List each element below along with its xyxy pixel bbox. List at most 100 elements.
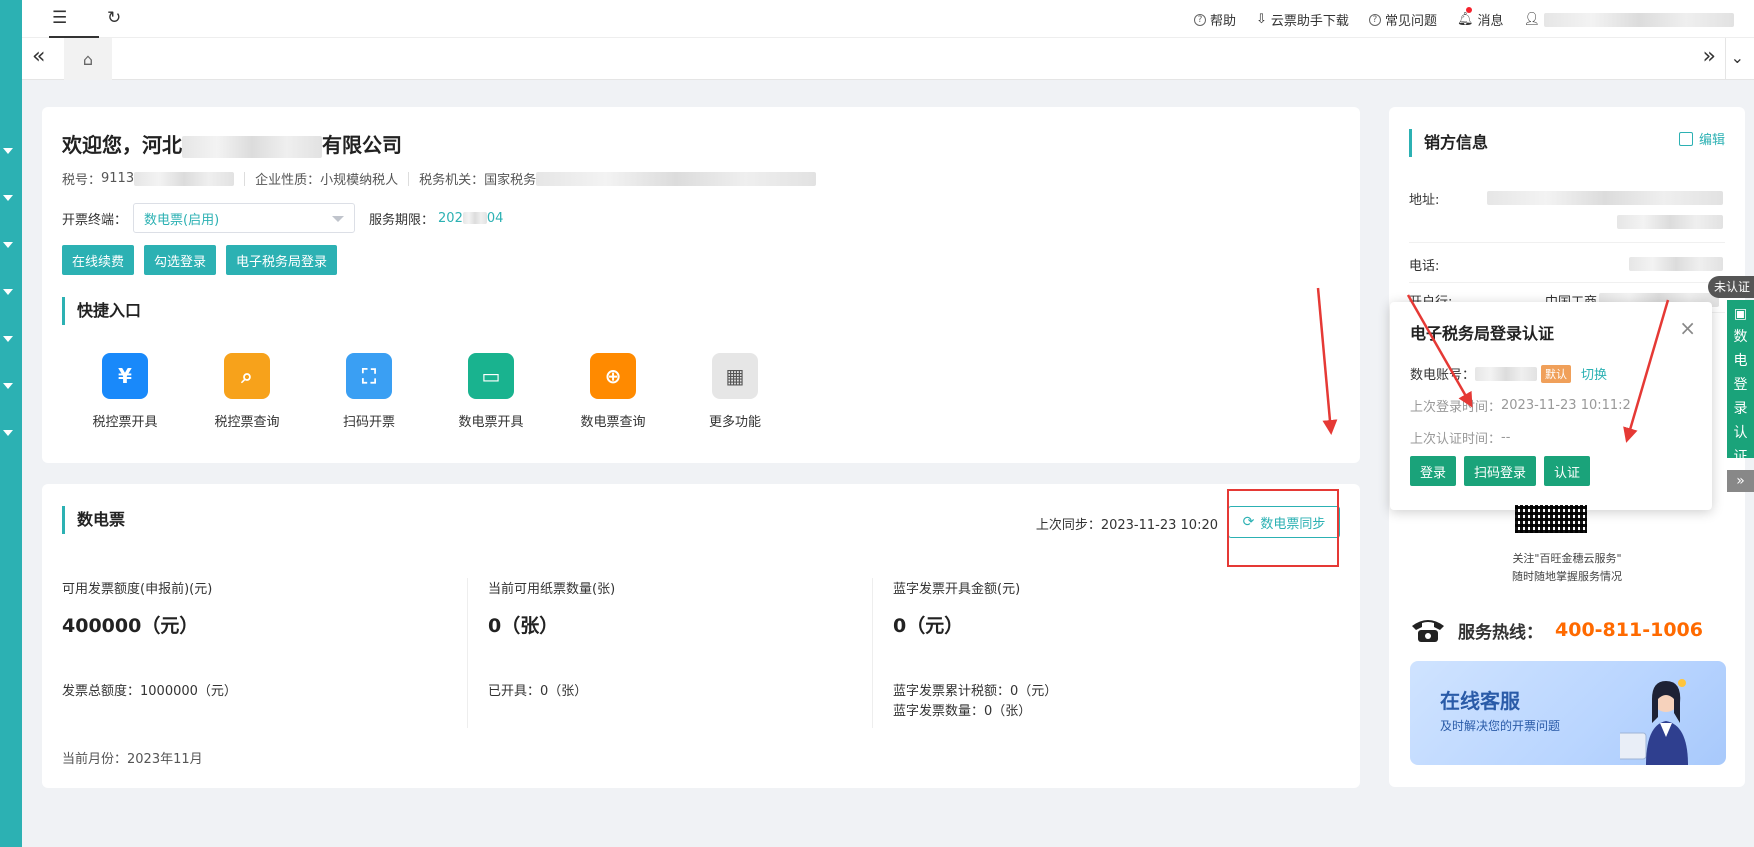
quick-item-label: 数电票开具 — [458, 415, 524, 430]
download-link[interactable]: ⇩ 云票助手下载 — [1256, 10, 1349, 29]
login-button[interactable]: 登录 — [1410, 456, 1457, 486]
stat-available-quota: 可用发票额度(申报前)(元) 400000（元） 发票总额度：1000000（元… — [62, 578, 467, 728]
stat-paper-count: 当前可用纸票数量(张) 0（张） 已开具：0（张） — [467, 578, 872, 728]
caret-down-icon — [332, 216, 345, 222]
close-icon[interactable]: × — [1679, 316, 1696, 340]
question-icon: ? — [1368, 13, 1381, 26]
redacted-authority — [536, 171, 817, 186]
refresh-icon[interactable]: ↻ — [107, 8, 121, 28]
stat-label: 可用发票额度(申报前)(元) — [62, 582, 213, 597]
side-collapse-button[interactable]: » — [1727, 470, 1754, 492]
redacted-address — [1617, 215, 1723, 229]
authenticate-button[interactable]: 认证 — [1544, 456, 1591, 486]
expand-arrow-icon[interactable] — [3, 242, 13, 248]
quick-item-label: 数电票查询 — [580, 415, 646, 430]
expand-arrow-icon[interactable] — [3, 195, 13, 201]
qr-code-image — [1515, 505, 1587, 533]
messages-link[interactable]: 🔔︎ 消息 — [1457, 7, 1503, 29]
popup-title: 电子税务局登录认证 — [1410, 324, 1555, 343]
faq-label: 常见问题 — [1384, 14, 1437, 29]
expand-arrow-icon[interactable] — [3, 383, 13, 389]
quick-item-tax-invoice-issue[interactable]: ¥ 税控票开具 — [64, 353, 186, 430]
terminal-select[interactable]: 数电票(启用) — [133, 203, 356, 233]
quick-item-more-functions[interactable]: ▦ 更多功能 — [674, 353, 796, 430]
quick-item-label: 税控票开具 — [92, 415, 158, 430]
tax-invoice-query-icon: ⌕ — [224, 353, 270, 399]
quick-item-e-invoice-query[interactable]: ⊕ 数电票查询 — [552, 353, 674, 430]
side-char: 登 — [1733, 377, 1748, 393]
authority-value: 国家税务 — [484, 173, 537, 188]
last-auth-value: -- — [1501, 430, 1511, 445]
follow-line: 随时随地掌握服务情况 — [1512, 570, 1622, 583]
terminal-selected-value: 数电票(启用) — [144, 212, 220, 228]
check-login-button[interactable]: 勾选登录 — [144, 245, 217, 275]
side-char: 认 — [1733, 425, 1748, 441]
company-info: 税号： 9113 企业性质： 小规模纳税人 税务机关： 国家税务 — [62, 169, 817, 188]
quick-item-label: 税控票查询 — [214, 415, 280, 430]
top-bar: ☰ ↻ ? 帮助 ⇩ 云票助手下载 ? 常见问题 🔔︎ 消息 👤︎ — [22, 0, 1754, 38]
stat-value: 0（元） — [893, 615, 964, 637]
telephone-icon — [1412, 620, 1444, 642]
terminal-row: 开票终端： 数电票(启用) 服务期限： 202 04 — [62, 203, 503, 233]
scroll-left-icon[interactable]: « — [32, 44, 45, 69]
side-char: 录 — [1733, 401, 1748, 417]
chevron-down-icon[interactable]: ⌄ — [1731, 48, 1744, 67]
user-card-icon: ▣ — [1733, 306, 1748, 322]
scroll-right-icon[interactable]: » — [1703, 44, 1716, 69]
nature-label: 企业性质： — [255, 173, 321, 188]
scan-login-button[interactable]: 扫码登录 — [1464, 456, 1537, 486]
quick-item-scan-invoice[interactable]: ⛶ 扫码开票 — [308, 353, 430, 430]
expand-arrow-icon[interactable] — [3, 148, 13, 154]
tax-value: 9113 — [101, 171, 135, 186]
menu-fold-icon[interactable]: ☰ — [52, 8, 67, 28]
redacted-tax-id — [134, 171, 235, 186]
last-login-value: 2023-11-23 10:11:2 — [1501, 398, 1631, 413]
follow-line: 关注"百旺金穗云服务" — [1512, 552, 1622, 565]
scan-invoice-icon: ⛶ — [346, 353, 392, 399]
expand-arrow-icon[interactable] — [3, 336, 13, 342]
current-month: 当前月份：2023年11月 — [62, 752, 203, 767]
stat-sub-group: 蓝字发票累计税额：0（元） 蓝字发票数量：0（张） — [893, 682, 1057, 722]
stat-sub: 蓝字发票累计税额：0（元） — [893, 684, 1058, 699]
account-label: 数电账号： — [1410, 368, 1476, 383]
last-login-label: 上次登录时间： — [1410, 400, 1502, 415]
renew-online-button[interactable]: 在线续费 — [62, 245, 135, 275]
unverified-badge[interactable]: 未认证 — [1708, 276, 1754, 298]
customer-service-agent-illustration — [1620, 679, 1688, 765]
more-functions-icon: ▦ — [712, 353, 758, 399]
quick-item-label: 扫码开票 — [342, 415, 395, 430]
last-auth-label: 上次认证时间： — [1410, 432, 1502, 447]
quick-item-tax-invoice-query[interactable]: ⌕ 税控票查询 — [186, 353, 308, 430]
hotline-label: 服务热线： — [1458, 622, 1543, 643]
hotline-number: 400-811-1006 — [1555, 619, 1703, 641]
user-menu[interactable]: 👤︎ — [1523, 12, 1734, 27]
tab-home[interactable]: ⌂ — [64, 38, 112, 80]
company-suffix: 有限公司 — [322, 133, 402, 157]
stat-label: 蓝字发票开具金额(元) — [893, 582, 1021, 597]
phone-label: 电话: — [1409, 259, 1440, 274]
quick-item-e-invoice-issue[interactable]: ▭ 数电票开具 — [430, 353, 552, 430]
service-value-end: 04 — [486, 210, 504, 226]
download-icon: ⇩ — [1256, 12, 1267, 27]
faq-link[interactable]: ? 常见问题 — [1368, 10, 1437, 29]
e-tax-login-button[interactable]: 电子税务局登录 — [226, 245, 338, 275]
expand-arrow-icon[interactable] — [3, 430, 13, 436]
e-invoice-issue-icon: ▭ — [468, 353, 514, 399]
redacted-account — [1475, 366, 1538, 381]
expand-arrow-icon[interactable] — [3, 289, 13, 295]
help-link[interactable]: ? 帮助 — [1194, 10, 1236, 29]
action-buttons: 在线续费 勾选登录 电子税务局登录 — [62, 245, 338, 275]
switch-account-link[interactable]: 切换 — [1581, 364, 1607, 383]
side-char: 电 — [1733, 353, 1748, 369]
divider — [244, 171, 246, 186]
service-label: 服务期限： — [369, 212, 435, 228]
online-service-banner[interactable]: 在线客服 及时解决您的开票问题 — [1410, 661, 1726, 765]
user-icon: 👤︎ — [1523, 12, 1540, 27]
edit-button[interactable]: 编辑 — [1678, 129, 1725, 148]
left-sidebar — [0, 0, 22, 847]
banner-subtitle: 及时解决您的开票问题 — [1440, 719, 1561, 733]
stat-sub: 蓝字发票数量：0（张） — [893, 704, 1032, 719]
service-value: 202 — [438, 210, 463, 226]
e-tax-login-auth-popup: 电子税务局登录认证 × 数电账号： 默认 切换 上次登录时间： 2023-11-2… — [1390, 302, 1712, 510]
side-login-auth-tab[interactable]: ▣ 数 电 登 录 认 证 — [1727, 300, 1754, 458]
